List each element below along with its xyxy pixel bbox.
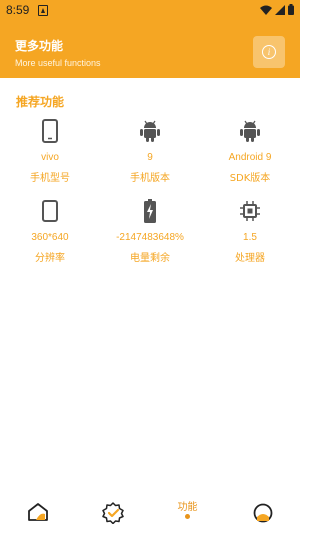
feature-label: 手机型号 [30, 173, 70, 184]
section-title: 推荐功能 [16, 95, 65, 109]
badge-check-icon [101, 502, 124, 524]
active-indicator [185, 514, 190, 519]
feature-value: vivo [41, 152, 59, 163]
android-icon [140, 120, 160, 142]
bottom-nav: 功能 [0, 490, 300, 533]
status-time: 8:59 [6, 3, 30, 17]
home-icon [27, 503, 48, 521]
info-button[interactable]: i [253, 36, 285, 68]
feature-value: -2147483648% [116, 232, 184, 243]
wifi-icon [260, 5, 272, 15]
nav-functions-label: 功能 [177, 502, 198, 513]
feature-row: 360*640 分辨率 -2147483648% 电量剩余 1.5 处理器 [0, 198, 300, 270]
nav-functions[interactable]: 功能 [150, 490, 225, 533]
android-icon [240, 120, 260, 142]
screen-icon [42, 200, 58, 222]
status-bar: 8:59 [0, 0, 300, 22]
feature-phone-model[interactable]: vivo 手机型号 [0, 118, 100, 184]
feature-value: Android 9 [228, 152, 272, 163]
nav-profile[interactable] [225, 490, 300, 533]
feature-resolution[interactable]: 360*640 分辨率 [0, 198, 100, 264]
feature-value: 1.5 [243, 232, 257, 243]
status-icons [260, 4, 294, 15]
feature-battery[interactable]: -2147483648% 电量剩余 [100, 198, 200, 264]
nav-badge[interactable] [75, 490, 150, 533]
page-title: 更多功能 [15, 39, 64, 53]
battery-status-icon [288, 4, 294, 15]
feature-label: 分辨率 [35, 253, 65, 264]
phone-icon [42, 119, 58, 143]
signal-icon [275, 4, 285, 15]
feature-processor[interactable]: 1.5 处理器 [200, 198, 300, 264]
feature-label: 手机版本 [130, 173, 170, 184]
battery-icon [144, 199, 156, 223]
feature-value: 360*640 [31, 232, 69, 243]
cpu-icon [240, 201, 260, 221]
feature-label: SDK版本 [229, 173, 271, 184]
screen: 8:59 更多功能 More useful functions i 推荐功能 v… [0, 0, 300, 533]
feature-label: 电量剩余 [130, 253, 170, 264]
info-icon: i [262, 45, 276, 59]
feature-phone-version[interactable]: 9 手机版本 [100, 118, 200, 184]
notification-icon [38, 5, 48, 16]
feature-row: vivo 手机型号 9 手机版本 Android 9 SDK版本 [0, 118, 300, 190]
feature-value: 9 [147, 152, 153, 163]
page-subtitle: More useful functions [15, 58, 101, 68]
feature-sdk-version[interactable]: Android 9 SDK版本 [200, 118, 300, 184]
nav-home[interactable] [0, 490, 75, 533]
profile-icon [253, 503, 272, 523]
app-header: 更多功能 More useful functions i [0, 22, 300, 78]
feature-label: 处理器 [235, 253, 265, 264]
